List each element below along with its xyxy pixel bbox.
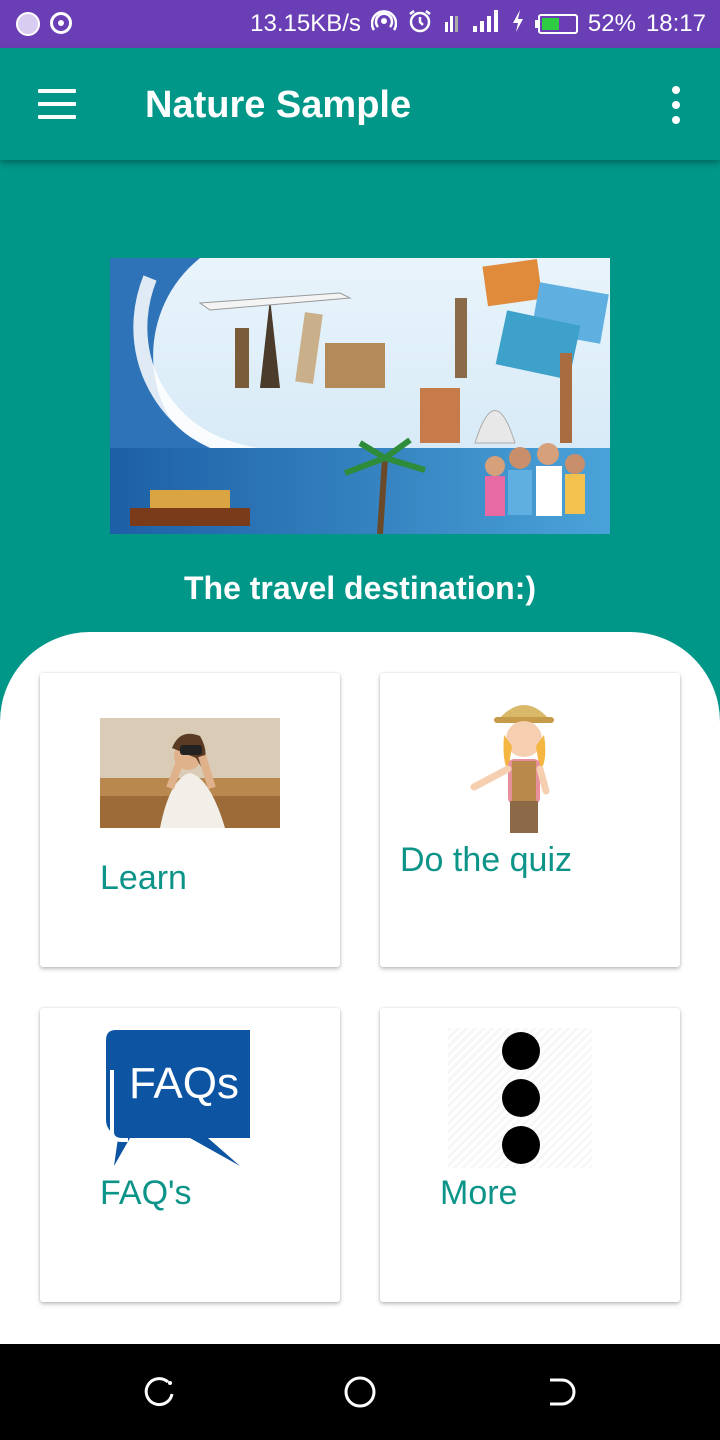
battery-icon	[534, 14, 578, 34]
more-card[interactable]: More	[380, 1008, 680, 1302]
battery-percent: 52%	[587, 10, 636, 37]
app-notification-icon	[16, 12, 40, 36]
faq-card[interactable]: FAQs FAQ's	[40, 1008, 340, 1302]
menu-icon[interactable]	[38, 89, 76, 119]
more-label: More	[440, 1174, 518, 1212]
recents-icon[interactable]	[142, 1374, 178, 1410]
learn-card[interactable]: Learn	[40, 673, 340, 967]
cell-signal-icon	[471, 8, 501, 40]
hero-image	[110, 258, 610, 534]
back-icon[interactable]	[542, 1374, 578, 1410]
network-speed: 13.15KB/s	[250, 10, 361, 37]
hotspot-icon	[370, 8, 398, 40]
alarm-icon	[407, 8, 433, 40]
learn-label: Learn	[100, 859, 187, 897]
hero-subtitle: The travel destination:)	[183, 570, 537, 606]
clock: 18:17	[645, 10, 706, 37]
navigation-bar	[0, 1344, 720, 1440]
quiz-label: Do the quiz	[400, 841, 572, 879]
status-bar: 13.15KB/s 52% 18:17	[0, 0, 720, 48]
home-icon[interactable]	[342, 1374, 378, 1410]
quiz-card[interactable]: Do the quiz	[380, 673, 680, 967]
charging-icon	[511, 8, 525, 40]
overflow-menu-icon[interactable]	[668, 86, 684, 124]
vertical-dots-icon	[448, 1028, 592, 1168]
faq-label: FAQ's	[100, 1174, 192, 1212]
explorer-girl-illustration	[464, 691, 584, 833]
faqs-icon-text: FAQs	[129, 1059, 239, 1108]
faqs-speech-bubble-icon: FAQs	[100, 1030, 260, 1166]
target-icon	[50, 12, 72, 34]
learn-photo	[100, 718, 280, 828]
app-bar: Nature Sample	[0, 48, 720, 160]
data-signal-icon	[443, 8, 461, 40]
app-title: Nature Sample	[145, 84, 412, 126]
